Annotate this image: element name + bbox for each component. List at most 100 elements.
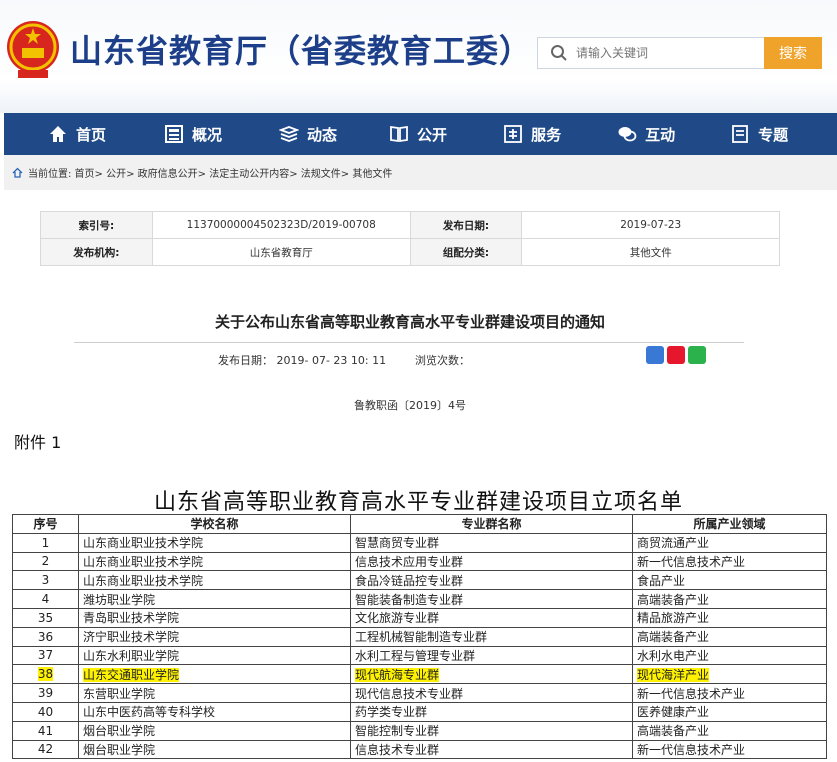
cell-no: 36 <box>12 626 79 647</box>
cell-no: 1 <box>12 532 79 553</box>
news-icon <box>279 126 300 142</box>
cell-no: 42 <box>12 739 79 760</box>
cell-group: 智能装备制造专业群 <box>350 589 633 609</box>
cell-text: 工程机械智能制造专业群 <box>355 630 488 645</box>
col-school: 学校名称 <box>78 514 351 534</box>
nav-label: 互动 <box>645 125 676 144</box>
cell-text: 38 <box>37 667 54 682</box>
chat-icon <box>618 127 637 142</box>
index-value: 11370000004502323D/2019-00708 <box>151 211 411 239</box>
cell-school: 烟台职业学院 <box>78 739 351 760</box>
nav-label: 公开 <box>417 125 448 144</box>
view-count: 浏览次数： <box>415 354 470 367</box>
cell-field: 现代海洋产业 <box>632 664 827 685</box>
cell-text: 烟台职业学院 <box>83 742 156 757</box>
cell-field: 商贸流通产业 <box>632 532 827 553</box>
cell-no: 2 <box>12 551 79 572</box>
nav-label: 专题 <box>758 125 789 144</box>
breadcrumb-text[interactable]: 当前位置: 首页> 公开> 政府信息公开> 法定主动公开内容> 法规文件> 其他… <box>28 165 392 180</box>
cell-school: 山东中医药高等专科学校 <box>78 701 351 722</box>
search-box[interactable] <box>537 37 764 69</box>
date-label: 发布日期: <box>409 211 523 239</box>
cell-text: 41 <box>37 723 54 738</box>
wechat-icon[interactable] <box>688 346 706 364</box>
cell-group: 工程机械智能制造专业群 <box>350 626 633 647</box>
table-row: 36 济宁职业技术学院 工程机械智能制造专业群 高端装备产业 <box>12 626 827 647</box>
table-row: 4 潍坊职业学院 智能装备制造专业群 高端装备产业 <box>12 589 827 609</box>
cell-text: 新一代信息技术产业 <box>637 742 746 757</box>
nav-item-interact[interactable]: 互动 <box>617 113 675 155</box>
cell-text: 水利工程与管理专业群 <box>355 648 476 663</box>
publish-time: 发布日期： 2019- 07- 23 10: 11 <box>218 354 387 367</box>
cell-group: 信息技术专业群 <box>350 739 633 760</box>
cell-text: 高端装备产业 <box>637 630 710 645</box>
cell-text: 药学类专业群 <box>355 705 428 720</box>
site-title: 山东省教育厅（省委教育工委） <box>70 32 533 70</box>
nav-item-service[interactable]: 服务 <box>503 113 561 155</box>
cell-text: 现代海洋产业 <box>637 667 710 682</box>
cell-field: 医养健康产业 <box>632 701 827 722</box>
search-input[interactable] <box>576 46 756 60</box>
nav-item-overview[interactable]: 概况 <box>164 113 222 155</box>
search-button[interactable]: 搜索 <box>764 37 822 69</box>
table-row: 41 烟台职业学院 智能控制专业群 高端装备产业 <box>12 720 827 741</box>
col-field: 所属产业领域 <box>632 514 827 534</box>
topic-icon <box>732 125 748 143</box>
cell-text: 信息技术专业群 <box>355 742 440 757</box>
cell-text: 2 <box>41 554 50 569</box>
breadcrumb: 当前位置: 首页> 公开> 政府信息公开> 法定主动公开内容> 法规文件> 其他… <box>4 155 837 190</box>
cell-text: 42 <box>37 742 54 757</box>
cell-no: 39 <box>12 683 79 703</box>
cell-text: 商贸流通产业 <box>637 536 710 551</box>
book-icon <box>390 125 408 143</box>
cell-field: 精品旅游产业 <box>632 607 827 628</box>
overview-icon <box>165 125 184 143</box>
category-value: 其他文件 <box>521 238 780 266</box>
cell-school: 山东商业职业技术学院 <box>78 532 351 553</box>
col-no: 序号 <box>12 514 79 534</box>
cell-text: 智能控制专业群 <box>355 724 440 739</box>
cell-text: 食品冷链品控专业群 <box>355 573 464 588</box>
cell-text: 医养健康产业 <box>637 705 710 720</box>
table-header-row: 序号 学校名称 专业群名称 所属产业领域 <box>12 514 827 534</box>
cell-group: 文化旅游专业群 <box>350 607 633 628</box>
index-label: 索引号: <box>40 211 153 239</box>
col-group: 专业群名称 <box>350 514 633 534</box>
cell-school: 济宁职业技术学院 <box>78 626 351 647</box>
table-row: 38 山东交通职业学院 现代航海专业群 现代海洋产业 <box>12 664 827 685</box>
table-row: 39 东营职业学院 现代信息技术专业群 新一代信息技术产业 <box>12 683 827 703</box>
cell-field: 食品产业 <box>632 570 827 591</box>
cell-text: 文化旅游专业群 <box>355 611 440 626</box>
nav-item-open[interactable]: 公开 <box>389 113 447 155</box>
nav-label: 首页 <box>76 125 107 144</box>
date-value: 2019-07-23 <box>521 211 780 239</box>
category-label: 组配分类: <box>409 238 523 266</box>
cell-text: 高端装备产业 <box>637 592 710 607</box>
cell-text: 山东水利职业学院 <box>83 648 180 663</box>
article-title: 关于公布山东省高等职业教育高水平专业群建设项目的通知 <box>214 313 605 331</box>
table-row: 1 山东商业职业技术学院 智慧商贸专业群 商贸流通产业 <box>12 532 827 553</box>
cell-no: 38 <box>12 664 79 685</box>
cell-text: 烟台职业学院 <box>83 724 156 739</box>
nav-item-topic[interactable]: 专题 <box>730 113 788 155</box>
cell-school: 青岛职业技术学院 <box>78 607 351 628</box>
cell-school: 山东水利职业学院 <box>78 645 351 666</box>
org-value: 山东省教育厅 <box>151 238 411 266</box>
nav-item-news[interactable]: 动态 <box>279 113 337 155</box>
cell-field: 新一代信息技术产业 <box>632 551 827 572</box>
cell-school: 山东交通职业学院 <box>78 664 351 685</box>
header-banner: 山东省教育厅（省委教育工委） 搜索 <box>0 0 837 113</box>
cell-field: 新一代信息技术产业 <box>632 739 827 760</box>
cell-no: 3 <box>12 570 79 591</box>
cell-text: 山东中医药高等专科学校 <box>83 705 216 720</box>
table-row: 40 山东中医药高等专科学校 药学类专业群 医养健康产业 <box>12 701 827 722</box>
cell-text: 潍坊职业学院 <box>83 592 156 607</box>
cell-text: 4 <box>41 592 50 607</box>
cell-text: 35 <box>37 610 54 625</box>
weibo-icon[interactable] <box>667 346 685 364</box>
home-icon <box>50 126 66 142</box>
search-icon <box>551 45 567 61</box>
nav-item-home[interactable]: 首页 <box>48 113 106 155</box>
cell-field: 水利水电产业 <box>632 645 827 666</box>
favorite-star-icon[interactable] <box>646 346 664 364</box>
